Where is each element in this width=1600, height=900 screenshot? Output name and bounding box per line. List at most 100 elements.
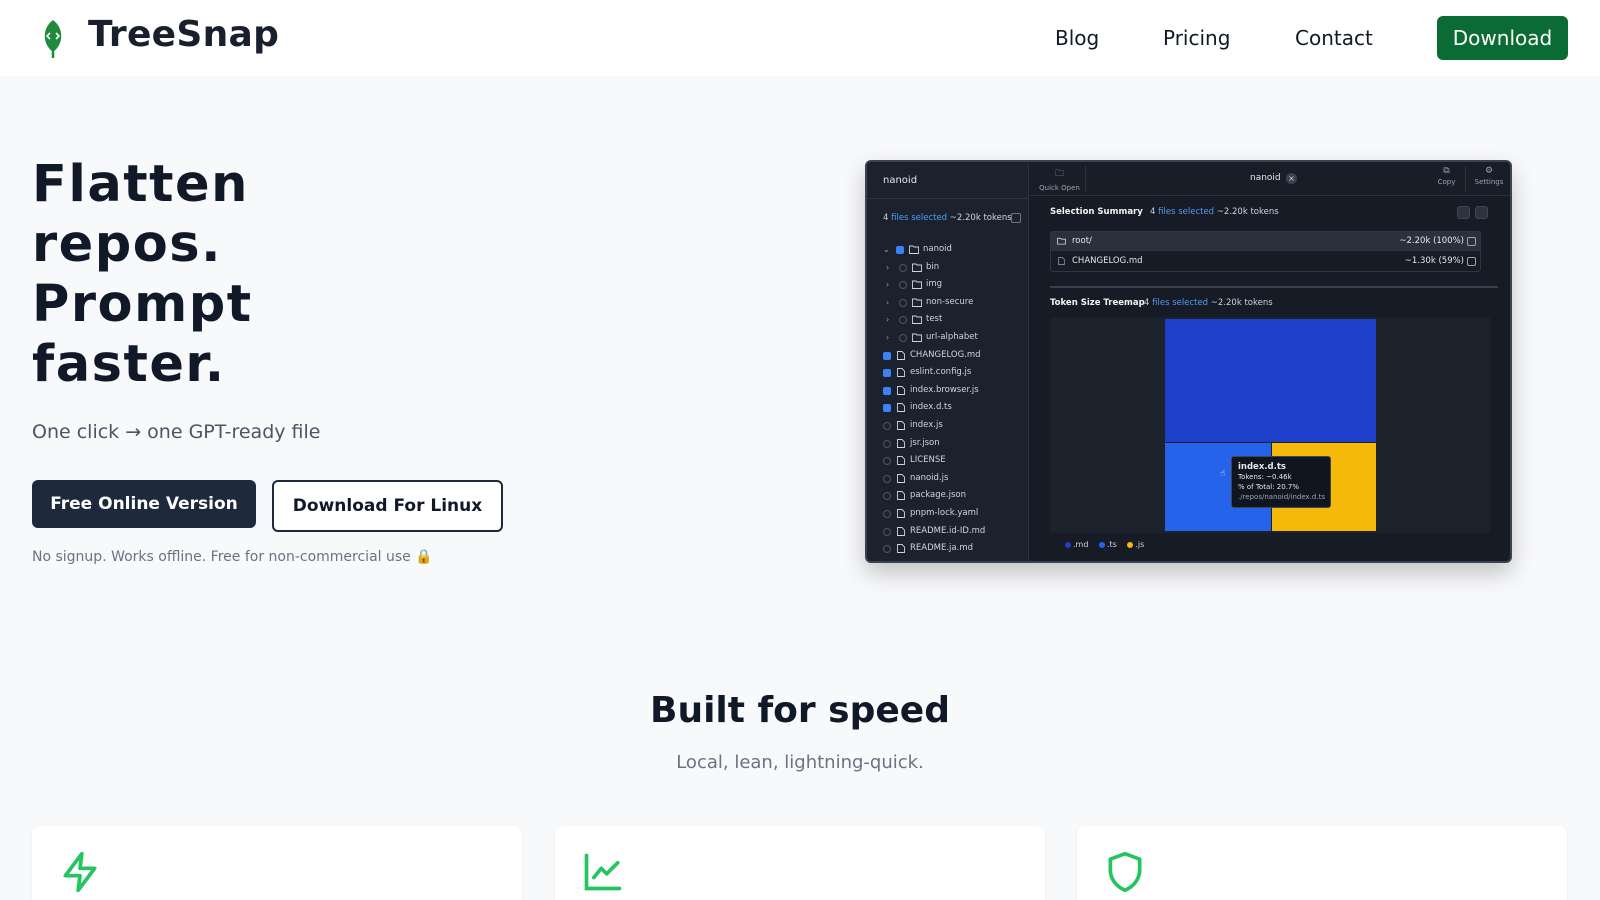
checkbox[interactable] (899, 316, 907, 325)
nav-pricing[interactable]: Pricing (1163, 26, 1230, 50)
tree-item-file[interactable]: README.id-ID.md (867, 524, 1029, 542)
header-download-button[interactable]: Download (1437, 16, 1568, 60)
checkbox[interactable] (883, 474, 891, 483)
feature-card-speed (32, 826, 522, 900)
tree-item-file[interactable]: package.json (867, 488, 1029, 506)
tree-item-label: index.js (910, 420, 943, 430)
quick-open-label: Quick Open (1039, 184, 1080, 192)
tree-item-folder[interactable]: › url-alphabet (867, 330, 1029, 348)
tree-item-file[interactable]: nanoid.js (867, 471, 1029, 489)
tree-item-label: jsr.json (910, 437, 940, 448)
close-tab-icon[interactable]: × (1286, 173, 1297, 184)
chart-line-icon (584, 853, 622, 891)
folder-icon (912, 315, 922, 325)
legend-dot (1065, 541, 1071, 548)
legend-dot (1127, 541, 1134, 548)
checkbox[interactable] (883, 369, 891, 378)
checkbox[interactable] (883, 351, 891, 360)
remove-icon[interactable] (1467, 257, 1476, 266)
checkbox[interactable] (896, 246, 904, 254)
tree-item-file[interactable]: index.browser.js (867, 383, 1029, 401)
tree-item-folder[interactable]: › bin (867, 260, 1029, 278)
tree-item-file[interactable]: CHANGELOG.md (867, 348, 1029, 366)
tree-item-file[interactable]: jsr.json (867, 436, 1029, 454)
checkbox[interactable] (883, 545, 891, 554)
checkbox[interactable] (883, 510, 891, 518)
checkbox[interactable] (883, 404, 891, 413)
tree-item-file[interactable]: pnpm-lock.yaml (867, 506, 1029, 524)
tree-item-file[interactable]: eslint.config.js (867, 365, 1029, 383)
treemap-count: 4 (1144, 298, 1150, 308)
checkbox[interactable] (899, 334, 907, 342)
treemap-cell-md[interactable] (1165, 319, 1376, 442)
tree-item-folder[interactable]: › img (867, 277, 1029, 295)
tree-item-label: pnpm-lock.yaml (910, 508, 979, 518)
selection-count: 4 (883, 213, 889, 223)
tree-item-file[interactable]: README.ja.md (867, 541, 1029, 559)
legend-label: .js (1135, 540, 1145, 549)
treemap-legend: .md .ts .js (1065, 540, 1152, 549)
free-online-version-button[interactable]: Free Online Version (32, 480, 256, 528)
hero-title-line: Flatten (32, 155, 249, 214)
remove-icon[interactable] (1467, 237, 1476, 246)
legend-item-md: .md (1065, 540, 1088, 549)
brand-name[interactable]: TreeSnap (88, 14, 279, 55)
resize-divider[interactable] (1050, 286, 1498, 288)
checkbox[interactable] (899, 281, 907, 290)
selection-files-label: files selected (891, 213, 948, 223)
shield-icon (1108, 851, 1142, 893)
quick-open-button[interactable]: 🗀 Quick Open (1034, 166, 1086, 192)
tree-item-label: bin (926, 261, 940, 272)
hero-subtitle: One click → one GPT-ready file (32, 421, 321, 443)
chevron-right-icon[interactable]: › (886, 298, 889, 307)
file-icon (897, 544, 905, 554)
collapse-icon[interactable] (1457, 206, 1470, 219)
leaf-logo-icon[interactable] (38, 18, 68, 58)
tab-name[interactable]: nanoid (1250, 173, 1281, 183)
gear-icon: ⚙ (1484, 166, 1494, 176)
table-row[interactable]: CHANGELOG.md ~1.30k (59%) (1051, 252, 1480, 271)
checkbox[interactable] (883, 527, 891, 536)
copy-button[interactable]: ⧉ Copy (1428, 166, 1466, 192)
treemap-title: Token Size Treemap (1050, 298, 1145, 308)
table-row[interactable]: root/ ~2.20k (100%) (1051, 232, 1480, 251)
nav-blog[interactable]: Blog (1055, 26, 1099, 50)
settings-button[interactable]: ⚙ Settings (1468, 166, 1510, 192)
nav-contact[interactable]: Contact (1295, 26, 1373, 50)
chevron-right-icon[interactable]: › (886, 263, 889, 272)
tree-item-label: non-secure (926, 296, 974, 307)
treemap-files-label: files selected (1152, 298, 1209, 308)
tree-item-label: index.d.ts (910, 402, 952, 413)
legend-label: .md (1073, 540, 1089, 549)
checkbox[interactable] (883, 386, 891, 395)
folder-icon (912, 333, 922, 342)
tree-item-file[interactable]: index.d.ts (867, 400, 1029, 418)
chevron-right-icon[interactable]: › (886, 333, 889, 342)
tree-item-folder[interactable]: ⌄ nanoid (867, 242, 1029, 260)
chevron-down-icon[interactable]: ⌄ (883, 245, 890, 254)
file-icon (897, 438, 905, 448)
tree-item-file[interactable]: LICENSE (867, 453, 1029, 471)
checkbox[interactable] (883, 492, 891, 501)
sidebar-selection-summary: 4 files selected ~2.20k tokens (883, 213, 1012, 223)
sort-icon[interactable] (1475, 206, 1488, 219)
tree-item-folder[interactable]: › non-secure (867, 295, 1029, 313)
hero-title-line: Prompt (32, 275, 253, 334)
chevron-right-icon[interactable]: › (886, 315, 889, 324)
checkbox[interactable] (883, 457, 891, 466)
summary-tokens: ~2.20k tokens (1216, 207, 1279, 217)
checkbox[interactable] (899, 298, 907, 307)
download-for-linux-button[interactable]: Download For Linux (272, 480, 503, 532)
summary-row-name: root/ (1072, 236, 1092, 246)
checkbox[interactable] (883, 439, 891, 448)
summary-row-name: CHANGELOG.md (1072, 256, 1143, 266)
clear-selection-icon[interactable] (1011, 213, 1021, 223)
tree-item-label: nanoid.js (910, 472, 949, 483)
tree-item-folder[interactable]: › test (867, 312, 1029, 330)
checkbox[interactable] (899, 263, 907, 272)
checkbox[interactable] (883, 422, 891, 430)
chevron-right-icon[interactable]: › (886, 280, 889, 289)
tooltip-title: index.d.ts (1238, 462, 1286, 472)
tree-item-file[interactable]: index.js (867, 418, 1029, 436)
hero-note: No signup. Works offline. Free for non-c… (32, 549, 433, 565)
